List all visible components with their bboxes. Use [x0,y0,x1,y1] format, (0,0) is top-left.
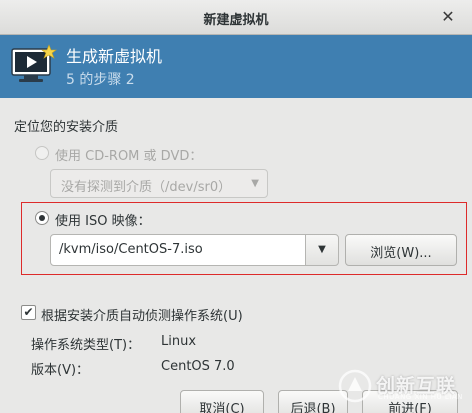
browse-button[interactable]: 浏览(W)... [345,234,457,266]
install-media-section-label: 定位您的安装介质 [14,120,119,135]
cdrom-radio[interactable] [35,146,49,160]
banner-heading: 生成新虚拟机 [66,47,163,66]
wizard-banner: 生成新虚拟机 5 的步骤 2 [0,35,472,98]
watermark-subtext: CHUANG XIN HU LIAN [378,393,463,401]
window-title: 新建虚拟机 [203,13,269,28]
checkmark-icon: ✔ [23,305,34,319]
chevron-down-icon: ▼ [318,244,326,255]
iso-radio-label: 使用 ISO 映像： [55,214,151,229]
os-version-value: CentOS 7.0 [161,359,235,374]
os-version-label: 版本(V)： [31,363,90,378]
step-indicator: 5 的步骤 2 [66,72,135,88]
cdrom-device-select[interactable]: 没有探测到介质（/dev/sr0） ▼ [50,169,268,198]
os-type-value: Linux [161,334,197,349]
title-bar: 新建虚拟机 ✕ [0,0,472,35]
chevron-down-icon: ▼ [251,178,259,189]
vm-monitor-icon [11,44,57,82]
cdrom-device-value: 没有探测到介质（/dev/sr0） [61,180,232,195]
watermark-logo: 创新互联 CHUANG XIN HU LIAN [336,367,466,405]
iso-history-dropdown[interactable]: ▼ [305,234,339,266]
os-type-label: 操作系统类型(T)： [31,338,141,353]
auto-detect-checkbox[interactable]: ✔ [21,305,36,320]
cdrom-radio-label: 使用 CD-ROM 或 DVD： [55,149,203,164]
close-icon[interactable]: ✕ [438,7,458,27]
iso-path-input[interactable]: /kvm/iso/CentOS-7.iso [50,234,306,266]
cancel-button[interactable]: 取消(C) [180,390,264,413]
watermark-icon [338,369,372,403]
iso-radio[interactable] [35,211,49,225]
auto-detect-label: 根据安装介质自动侦测操作系统(U) [41,309,243,324]
